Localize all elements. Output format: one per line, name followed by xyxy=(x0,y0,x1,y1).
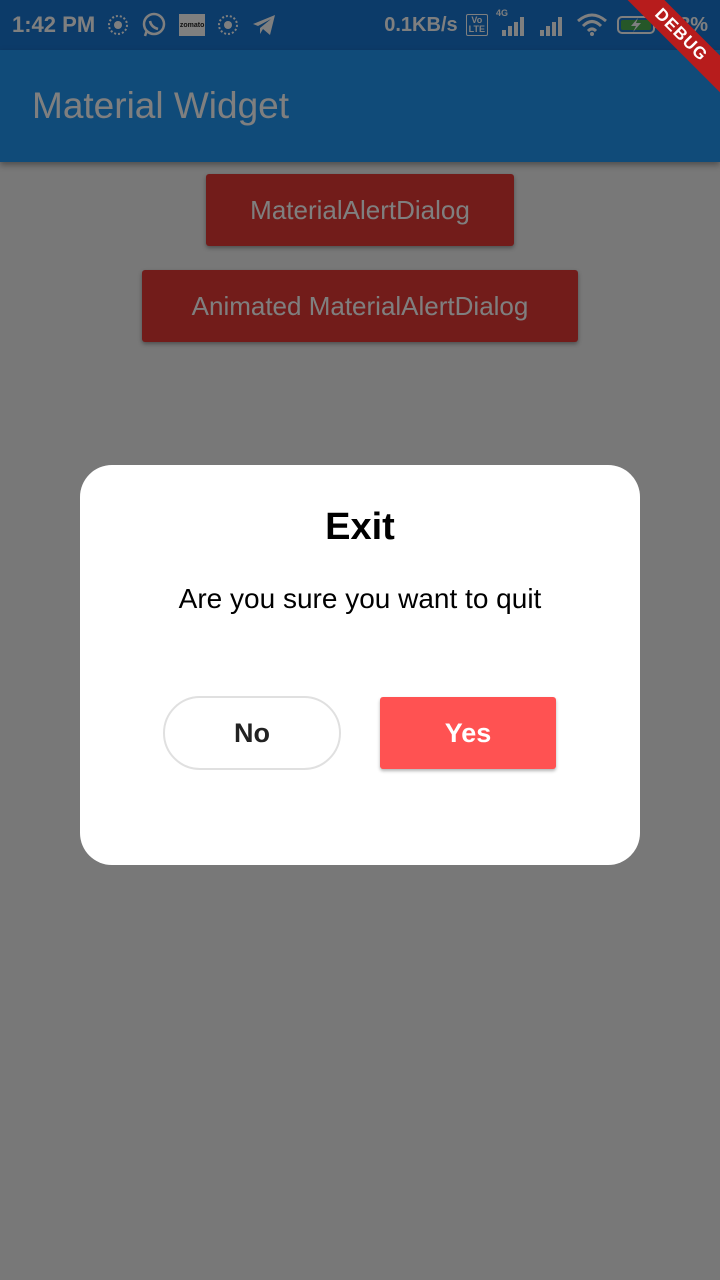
no-button[interactable]: No xyxy=(163,696,341,770)
yes-button[interactable]: Yes xyxy=(380,697,556,769)
dialog-message: Are you sure you want to quit xyxy=(178,583,542,614)
dialog-title: Exit xyxy=(325,506,395,548)
